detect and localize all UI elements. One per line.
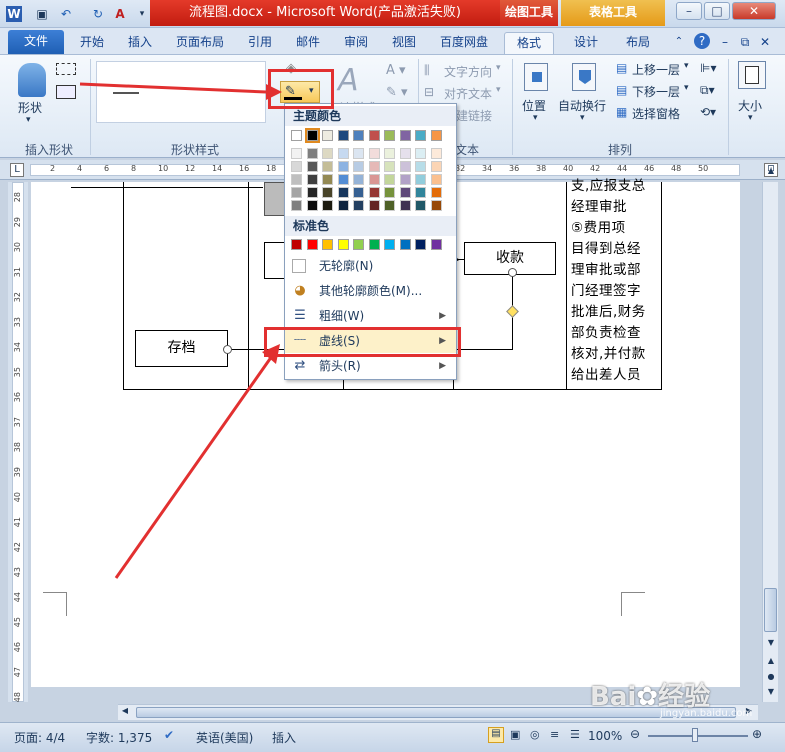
zoom-out-icon[interactable]: ⊖ [630, 727, 640, 741]
word-count[interactable]: 字数: 1,375 [86, 729, 152, 746]
prev-page-icon[interactable]: ▲ [764, 656, 778, 670]
zoom-level[interactable]: 100% [588, 729, 622, 743]
insert-mode[interactable]: 插入 [272, 729, 296, 746]
select-browse-object-icon[interactable]: ● [764, 672, 778, 686]
full-screen-icon[interactable]: ▣ [510, 728, 520, 741]
annotation-arrow [79, 82, 267, 94]
scroll-thumb[interactable] [764, 588, 777, 632]
proofing-icon[interactable]: ✔ [164, 728, 174, 742]
zoom-in-icon[interactable]: ⊕ [752, 727, 762, 741]
zoom-slider-thumb[interactable] [692, 728, 698, 742]
page-count[interactable]: 页面: 4/4 [14, 729, 65, 746]
watermark-url: jingyan.baidu.com [660, 708, 753, 719]
scroll-up-icon[interactable]: ▲ [764, 166, 778, 180]
scroll-left-icon[interactable]: ◀ [118, 706, 132, 720]
next-page-icon[interactable]: ▼ [764, 687, 778, 701]
print-layout-icon[interactable]: ▤ [488, 727, 504, 743]
annotation-arrow [114, 355, 274, 579]
watermark-brand: Bai [590, 682, 637, 712]
arrow-head-icon [266, 84, 282, 100]
zoom-slider[interactable] [648, 735, 748, 737]
outline-view-icon[interactable]: ≡ [550, 728, 559, 741]
arrow-head-icon [262, 344, 280, 364]
annotation-arrows [79, 82, 282, 579]
draft-view-icon[interactable]: ☰ [570, 728, 580, 741]
vertical-scrollbar[interactable]: ▲ ▼ ▲ ● ▼ [762, 166, 778, 702]
paw-icon: ✿ [636, 682, 659, 712]
status-bar: 页面: 4/4 字数: 1,375 ✔ 英语(美国) 插入 ▤ ▣ ◎ ≡ ☰ … [0, 722, 785, 752]
web-layout-icon[interactable]: ◎ [530, 728, 540, 741]
scroll-down-icon[interactable]: ▼ [764, 638, 778, 652]
language[interactable]: 英语(美国) [196, 729, 253, 746]
